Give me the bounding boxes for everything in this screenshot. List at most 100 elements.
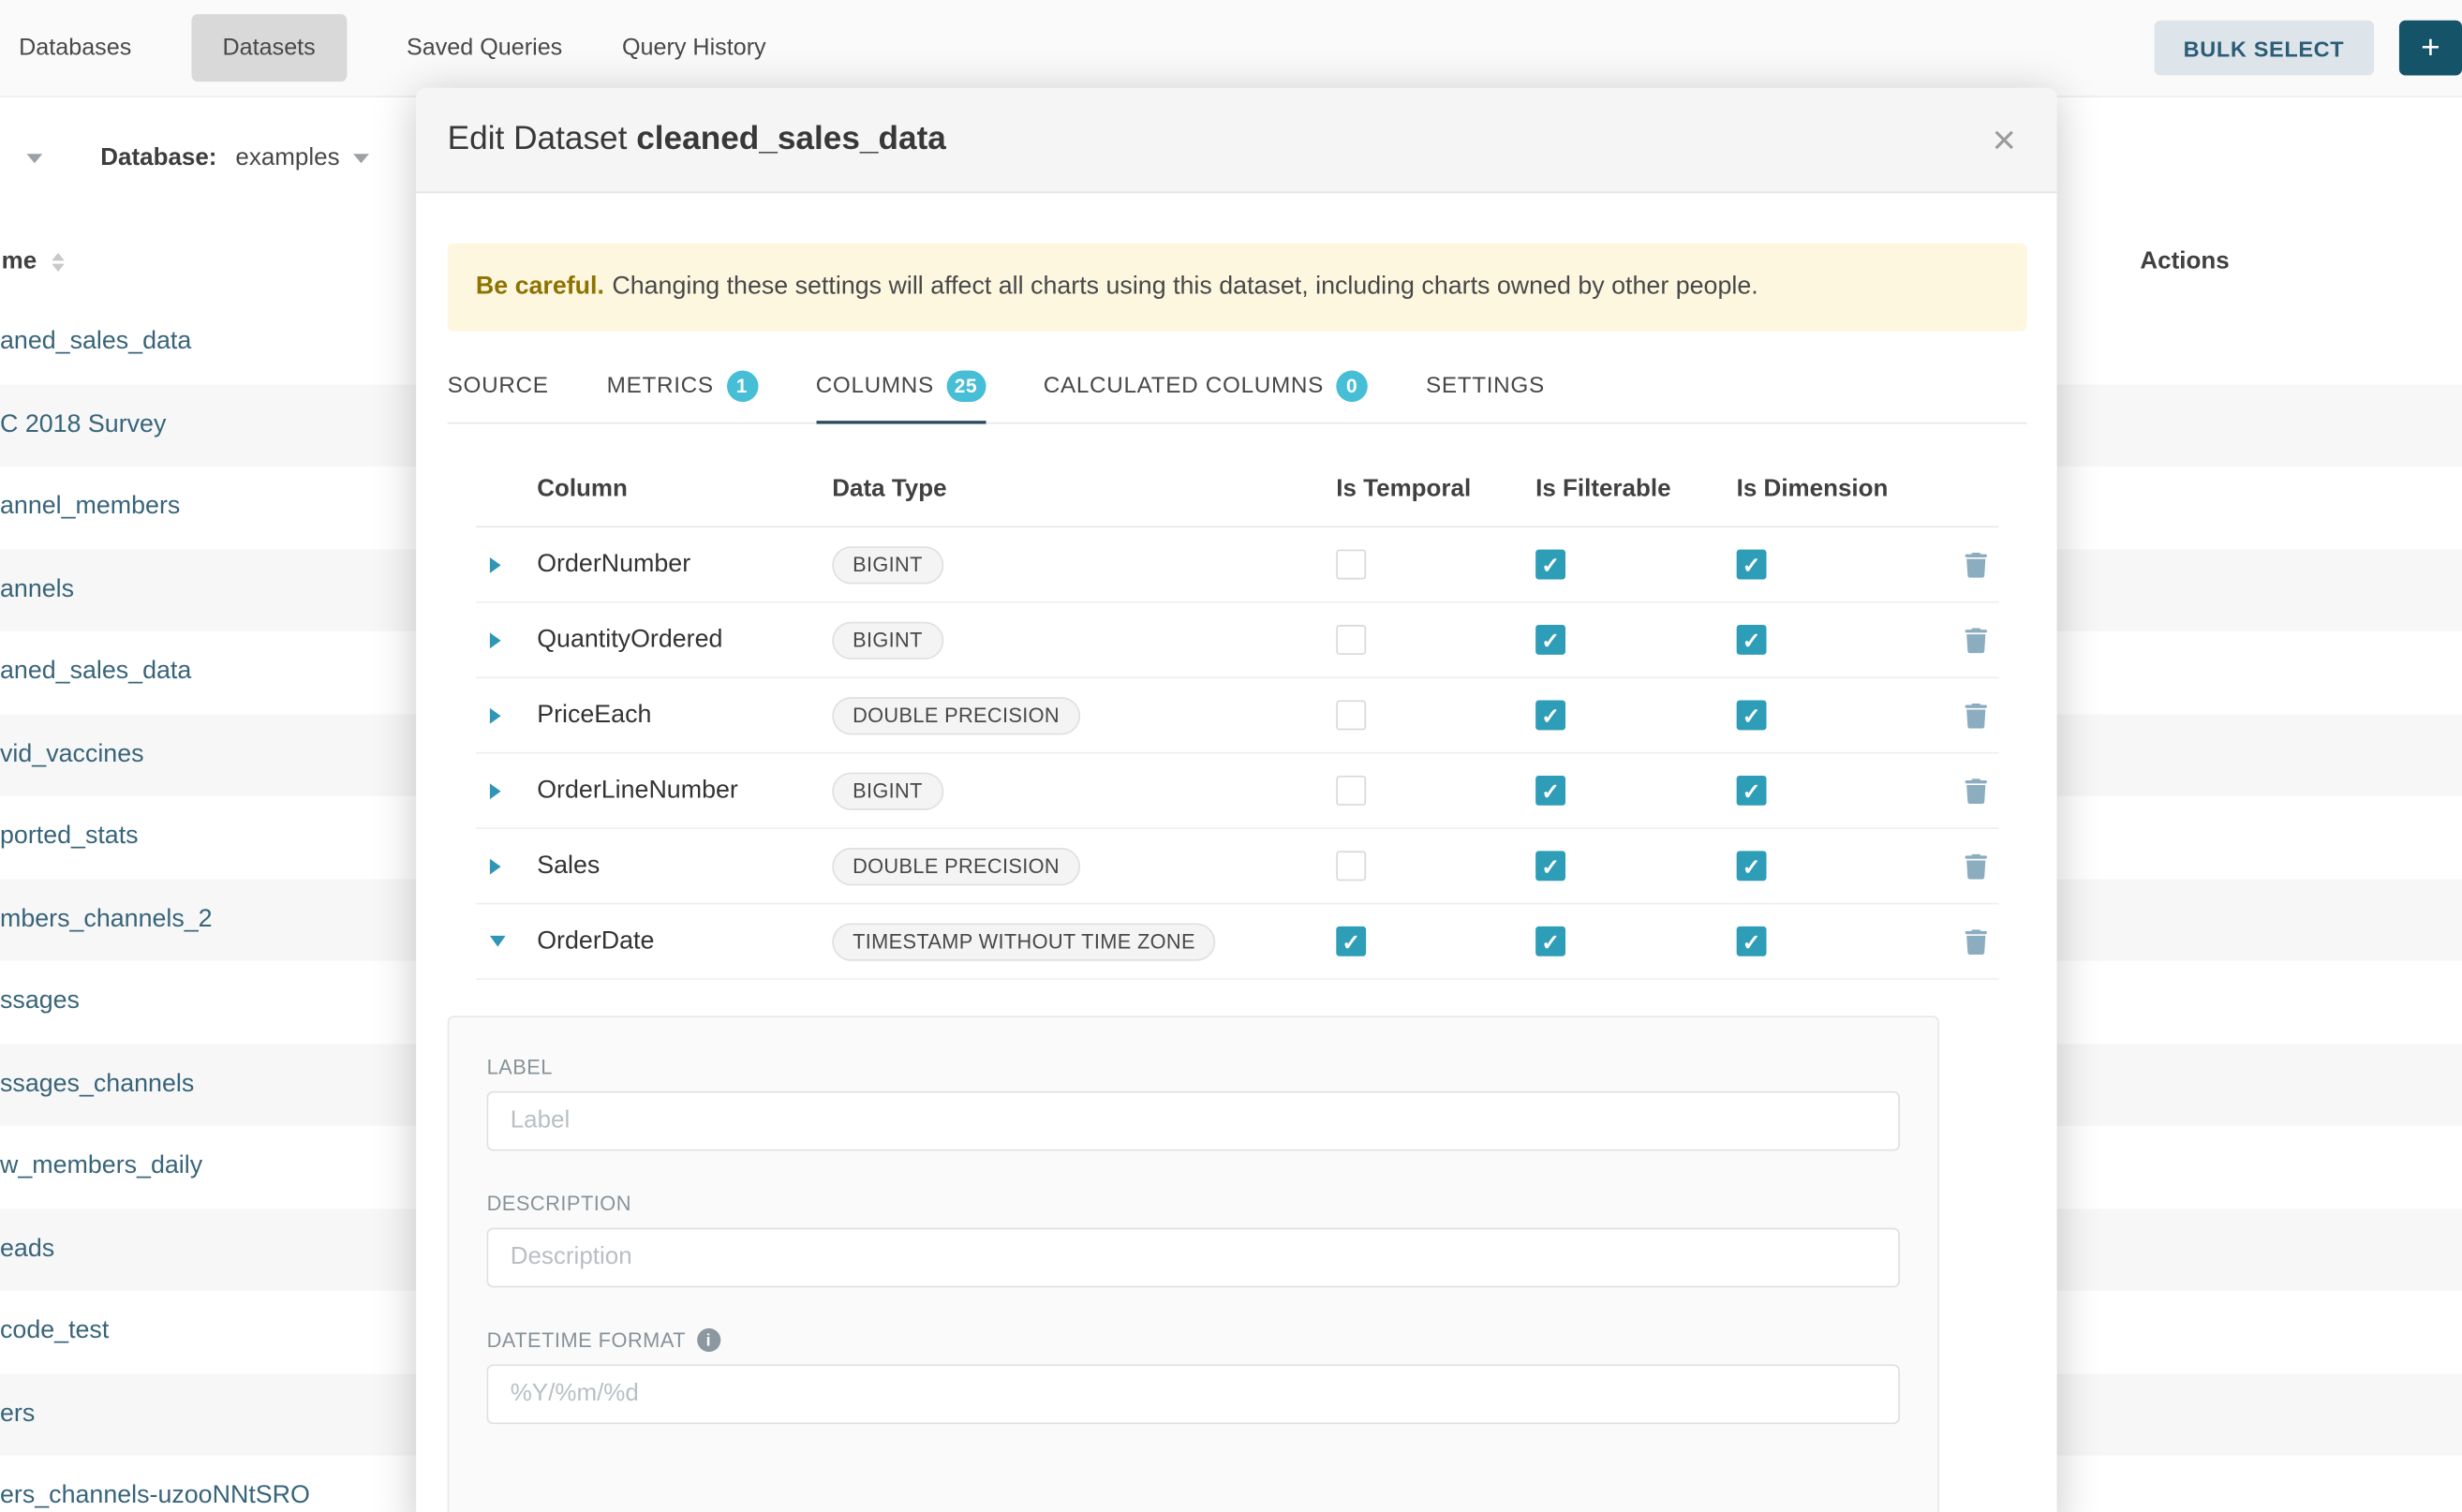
dataset-link[interactable]: annel_members bbox=[0, 494, 180, 522]
trash-icon[interactable] bbox=[1964, 928, 1987, 954]
tab-settings[interactable]: SETTINGS bbox=[1426, 348, 1545, 422]
dataset-link[interactable]: ers bbox=[0, 1401, 35, 1429]
is-filterable-checkbox[interactable] bbox=[1535, 776, 1565, 806]
chevron-down-icon[interactable] bbox=[26, 154, 42, 163]
dataset-link[interactable]: C 2018 Survey bbox=[0, 411, 166, 439]
modal-title-prefix: Edit Dataset bbox=[448, 121, 628, 157]
add-button[interactable]: + bbox=[2399, 21, 2462, 76]
name-header-label: me bbox=[2, 248, 37, 276]
dataset-link[interactable]: annels bbox=[0, 576, 74, 604]
column-row: Sales DOUBLE PRECISION bbox=[476, 829, 1999, 904]
trash-icon[interactable] bbox=[1964, 552, 1987, 577]
column-row: OrderDate TIMESTAMP WITHOUT TIME ZONE bbox=[476, 904, 1999, 979]
is-filterable-checkbox[interactable] bbox=[1535, 926, 1565, 956]
caret-right-icon[interactable] bbox=[490, 782, 501, 798]
dataset-link[interactable]: mbers_channels_2 bbox=[0, 906, 213, 934]
dataset-link[interactable]: w_members_daily bbox=[0, 1153, 202, 1181]
name-column-header[interactable]: me bbox=[2, 248, 66, 276]
is-temporal-checkbox-cell bbox=[1336, 851, 1535, 881]
label-input[interactable] bbox=[487, 1091, 1900, 1151]
is-filterable-checkbox[interactable] bbox=[1535, 625, 1565, 655]
dataset-link[interactable]: ssages_channels bbox=[0, 1071, 194, 1099]
delete-column-cell bbox=[1951, 778, 1998, 803]
warning-text: Changing these settings will affect all … bbox=[612, 274, 1758, 300]
edit-dataset-modal: Edit Dataset cleaned_sales_data × Be car… bbox=[416, 88, 2056, 1512]
is-dimension-checkbox[interactable] bbox=[1737, 776, 1767, 806]
tab-source[interactable]: SOURCE bbox=[448, 348, 549, 422]
is-dimension-checkbox[interactable] bbox=[1737, 625, 1767, 655]
database-filter-label: Database: bbox=[100, 144, 216, 172]
tab-label: METRICS bbox=[607, 374, 714, 399]
th-data-type: Data Type bbox=[832, 475, 1336, 503]
nav-tab-datasets[interactable]: Datasets bbox=[191, 14, 347, 82]
is-dimension-checkbox-cell bbox=[1737, 701, 1952, 731]
bulk-select-button[interactable]: BULK SELECT bbox=[2154, 21, 2374, 76]
dataset-link[interactable]: ers_channels-uzooNNtSRO bbox=[0, 1483, 310, 1511]
trash-icon[interactable] bbox=[1964, 778, 1987, 803]
datetime-format-label-text: DATETIME FORMAT bbox=[487, 1328, 687, 1352]
dataset-link[interactable]: aned_sales_data bbox=[0, 659, 191, 687]
modal-title-dataset-name: cleaned_sales_data bbox=[636, 121, 946, 157]
is-temporal-checkbox[interactable] bbox=[1336, 776, 1366, 806]
dataset-link[interactable]: ssages bbox=[0, 988, 80, 1016]
is-dimension-checkbox[interactable] bbox=[1737, 550, 1767, 580]
database-filter-value: examples bbox=[235, 144, 339, 172]
database-filter-select[interactable]: examples bbox=[235, 144, 369, 172]
dataset-link[interactable]: ported_stats bbox=[0, 823, 139, 852]
columns-table: Column Data Type Is Temporal Is Filterab… bbox=[476, 452, 1999, 980]
is-temporal-checkbox[interactable] bbox=[1336, 701, 1366, 731]
modal-title: Edit Dataset cleaned_sales_data bbox=[448, 121, 1986, 158]
column-name: OrderLineNumber bbox=[537, 777, 832, 805]
column-row: OrderNumber BIGINT bbox=[476, 527, 1999, 602]
is-filterable-checkbox[interactable] bbox=[1535, 701, 1565, 731]
tab-metrics[interactable]: METRICS 1 bbox=[607, 348, 758, 422]
is-dimension-checkbox-cell bbox=[1737, 550, 1952, 580]
is-filterable-checkbox[interactable] bbox=[1535, 550, 1565, 580]
info-icon[interactable]: i bbox=[697, 1328, 720, 1352]
data-type-cell: BIGINT bbox=[832, 621, 1336, 659]
caret-right-icon[interactable] bbox=[490, 556, 501, 572]
is-filterable-checkbox[interactable] bbox=[1535, 851, 1565, 881]
is-dimension-checkbox[interactable] bbox=[1737, 701, 1767, 731]
trash-icon[interactable] bbox=[1964, 628, 1987, 653]
is-temporal-checkbox[interactable] bbox=[1336, 550, 1366, 580]
modal-body: Be careful.Changing these settings will … bbox=[416, 244, 2056, 1512]
tab-label: COLUMNS bbox=[816, 374, 934, 399]
th-is-temporal: Is Temporal bbox=[1336, 475, 1535, 503]
is-dimension-checkbox[interactable] bbox=[1737, 851, 1767, 881]
dataset-link[interactable]: vid_vaccines bbox=[0, 741, 144, 769]
is-dimension-checkbox-cell bbox=[1737, 926, 1952, 956]
data-type-pill: DOUBLE PRECISION bbox=[832, 847, 1079, 884]
sort-icon bbox=[52, 253, 65, 272]
delete-column-cell bbox=[1951, 853, 1998, 879]
trash-icon[interactable] bbox=[1964, 703, 1987, 728]
is-temporal-checkbox[interactable] bbox=[1336, 926, 1366, 956]
label-field-label-text: LABEL bbox=[487, 1055, 553, 1078]
is-temporal-checkbox[interactable] bbox=[1336, 625, 1366, 655]
tab-calculated-columns[interactable]: CALCULATED COLUMNS 0 bbox=[1044, 348, 1368, 422]
is-temporal-checkbox[interactable] bbox=[1336, 851, 1366, 881]
dataset-link[interactable]: aned_sales_data bbox=[0, 329, 191, 357]
column-name: QuantityOrdered bbox=[537, 626, 832, 654]
is-filterable-checkbox-cell bbox=[1535, 625, 1737, 655]
caret-right-icon[interactable] bbox=[490, 707, 501, 723]
description-input[interactable] bbox=[487, 1228, 1900, 1288]
trash-icon[interactable] bbox=[1964, 853, 1987, 879]
caret-right-icon[interactable] bbox=[490, 632, 501, 648]
tab-columns[interactable]: COLUMNS 25 bbox=[816, 348, 986, 422]
dataset-link[interactable]: eads bbox=[0, 1236, 54, 1264]
data-type-cell: DOUBLE PRECISION bbox=[832, 696, 1336, 734]
is-dimension-checkbox[interactable] bbox=[1737, 926, 1767, 956]
is-temporal-checkbox-cell bbox=[1336, 776, 1535, 806]
warning-banner: Be careful.Changing these settings will … bbox=[448, 244, 2027, 332]
description-field-label: DESCRIPTION bbox=[487, 1192, 1900, 1215]
caret-right-icon[interactable] bbox=[490, 858, 501, 874]
datetime-format-input[interactable] bbox=[487, 1364, 1900, 1424]
dataset-link[interactable]: code_test bbox=[0, 1318, 109, 1346]
nav-tab-saved-queries[interactable]: Saved Queries bbox=[407, 14, 562, 82]
nav-tab-databases[interactable]: Databases bbox=[19, 14, 131, 82]
close-icon[interactable]: × bbox=[1986, 119, 2023, 160]
is-temporal-checkbox-cell bbox=[1336, 550, 1535, 580]
caret-down-icon[interactable] bbox=[490, 936, 506, 947]
nav-tab-query-history[interactable]: Query History bbox=[622, 14, 766, 82]
